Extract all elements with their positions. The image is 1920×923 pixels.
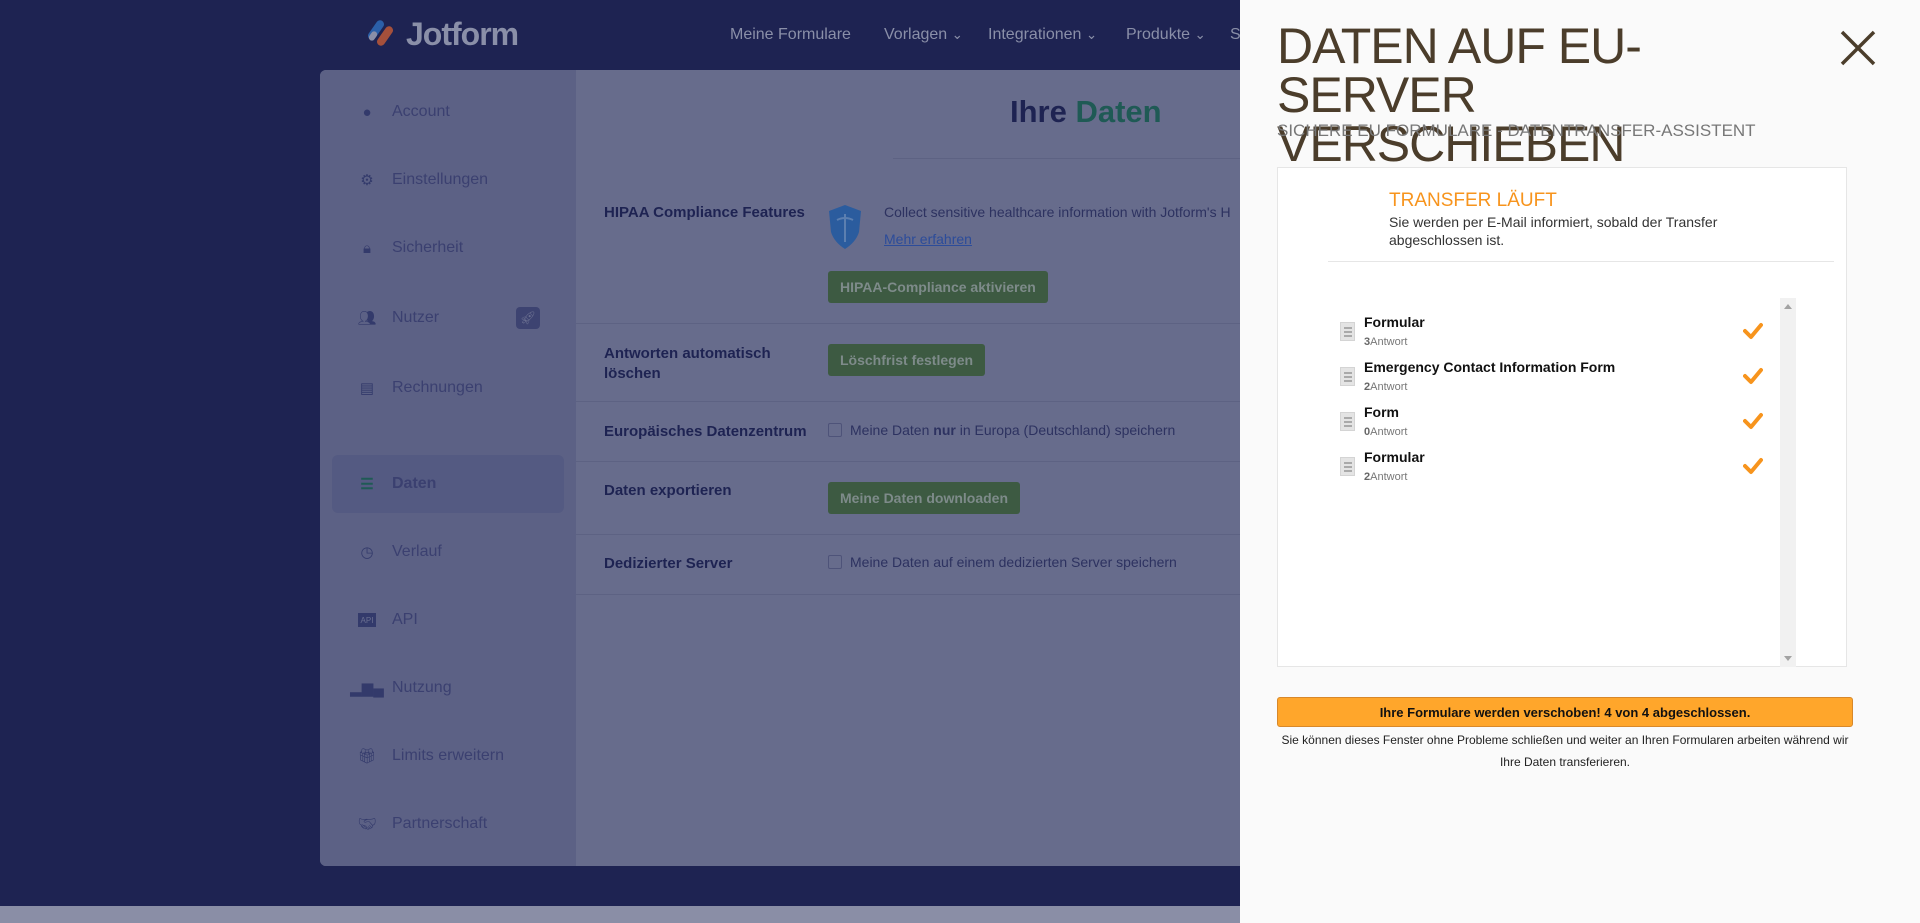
logo-icon <box>366 18 396 51</box>
eu-only-checkbox[interactable]: Meine Daten nur in Europa (Deutschland) … <box>828 422 1175 438</box>
form-response-count: 0Antwort <box>1364 426 1408 438</box>
scroll-down-icon[interactable] <box>1784 656 1792 661</box>
hipaa-description: Collect sensitive healthcare information… <box>884 204 1231 220</box>
divider <box>576 594 1320 595</box>
form-document-icon <box>1340 367 1355 386</box>
dedicated-server-checkbox[interactable]: Meine Daten auf einem dedizierten Server… <box>828 554 1177 570</box>
gift-icon: 🎁︎ <box>357 748 377 765</box>
enable-hipaa-button[interactable]: HIPAA-Compliance aktivieren <box>828 271 1048 303</box>
handshake-icon: 🤝︎ <box>357 816 377 833</box>
users-icon: 👥︎ <box>357 310 377 327</box>
footer-strip <box>0 906 1240 923</box>
download-data-button[interactable]: Meine Daten downloaden <box>828 482 1021 514</box>
check-icon <box>1743 413 1763 429</box>
hipaa-shield-icon <box>829 205 861 249</box>
form-title: Formular <box>1364 314 1425 330</box>
sidebar-item-rechnungen[interactable]: ▤ Rechnungen <box>332 359 564 417</box>
sidebar: ● Account ⚙ Einstellungen 🔒︎ Sicherheit 👥︎ N… <box>320 70 576 866</box>
logo-text: Jotform <box>406 16 519 52</box>
form-list-item: Formular 2Antwort <box>1278 449 1798 494</box>
form-response-count: 2Antwort <box>1364 471 1408 483</box>
sidebar-item-nutzung[interactable]: ▂▆▄ Nutzung <box>332 659 564 717</box>
hipaa-label: HIPAA Compliance Features <box>604 204 805 221</box>
scrollbar[interactable] <box>1780 298 1796 667</box>
panel-subtitle: SICHERE EU FORMULARE - DATENTRANSFER-ASS… <box>1277 121 1756 140</box>
divider <box>576 323 1320 324</box>
close-window-note: Sie können dieses Fenster ohne Probleme … <box>1281 733 1849 769</box>
sidebar-item-sicherheit[interactable]: 🔒︎ Sicherheit <box>332 219 564 277</box>
sidebar-item-nutzer[interactable]: 👥︎ Nutzer 🚀︎ <box>332 289 564 347</box>
user-icon: ● <box>362 103 372 121</box>
sidebar-item-account[interactable]: ● Account <box>332 83 564 141</box>
scroll-up-icon[interactable] <box>1784 304 1792 309</box>
form-title: Formular <box>1364 449 1425 465</box>
form-response-count: 3Antwort <box>1364 336 1408 348</box>
form-title: Form <box>1364 404 1399 420</box>
nav-meine-formulare[interactable]: Meine Formulare <box>730 26 851 44</box>
nav-produkte[interactable]: Produkte ⌄ <box>1126 26 1206 44</box>
database-icon: ☰ <box>360 476 374 493</box>
chevron-down-icon: ⌄ <box>1085 27 1098 42</box>
bar-chart-icon: ▂▆▄ <box>350 680 384 697</box>
check-icon <box>1743 368 1763 384</box>
check-icon <box>1743 458 1763 474</box>
page-title: Ihre Daten <box>1010 94 1162 129</box>
form-list-item: Emergency Contact Information Form 2Antw… <box>1278 359 1798 404</box>
sidebar-item-verlauf[interactable]: ◷ Verlauf <box>332 523 564 581</box>
checkbox[interactable] <box>828 423 842 437</box>
eu-datacenter-label: Europäisches Datenzentrum <box>604 423 807 440</box>
export-label: Daten exportieren <box>604 482 732 499</box>
sidebar-item-daten[interactable]: ☰ Daten <box>332 455 564 513</box>
api-icon: API <box>358 613 376 627</box>
sidebar-item-api[interactable]: API API <box>332 591 564 649</box>
form-list-item: Form 0Antwort <box>1278 404 1798 449</box>
forms-list: Formular 3Antwort Emergency Contact Info… <box>1278 298 1846 667</box>
eu-transfer-panel: DATEN AUF EU-SERVER VERSCHIEBEN SICHERE … <box>1240 0 1920 923</box>
invoice-icon: ▤ <box>359 380 375 397</box>
close-icon[interactable] <box>1838 28 1878 68</box>
progress-banner: Ihre Formulare werden verschoben! 4 von … <box>1277 697 1853 727</box>
divider <box>576 534 1320 535</box>
sidebar-item-einstellungen[interactable]: ⚙ Einstellungen <box>332 151 564 209</box>
learn-more-link[interactable]: Mehr erfahren <box>884 231 972 247</box>
gear-icon: ⚙ <box>360 172 374 189</box>
lock-icon: 🔒︎ <box>363 239 371 257</box>
form-title: Emergency Contact Information Form <box>1364 359 1616 375</box>
checkbox[interactable] <box>828 555 842 569</box>
set-retention-button[interactable]: Löschfrist festlegen <box>828 344 986 376</box>
nav-integrationen[interactable]: Integrationen ⌄ <box>988 26 1097 44</box>
form-document-icon <box>1340 322 1355 341</box>
rocket-icon: 🚀︎ <box>516 307 540 329</box>
transfer-status-title: TRANSFER LÄUFT <box>1389 190 1557 211</box>
form-document-icon <box>1340 412 1355 431</box>
divider <box>576 401 1320 402</box>
check-icon <box>1743 323 1763 339</box>
sidebar-item-partnerschaft[interactable]: 🤝︎ Partnerschaft <box>332 795 564 853</box>
auto-delete-label: Antworten automatisch löschen <box>604 345 771 382</box>
nav-vorlagen[interactable]: Vorlagen ⌄ <box>884 26 963 44</box>
transfer-box: TRANSFER LÄUFT Sie werden per E-Mail inf… <box>1277 167 1847 667</box>
form-document-icon <box>1340 457 1355 476</box>
history-icon: ◷ <box>360 544 374 561</box>
transfer-status-description: Sie werden per E-Mail informiert, sobald… <box>1389 214 1718 248</box>
sidebar-item-limits[interactable]: 🎁︎ Limits erweitern <box>332 727 564 785</box>
divider <box>1328 261 1834 262</box>
jotform-logo[interactable]: Jotform <box>366 16 519 53</box>
form-list-item: Formular 3Antwort <box>1278 314 1798 359</box>
form-response-count: 2Antwort <box>1364 381 1408 393</box>
dedicated-server-label: Dedizierter Server <box>604 555 733 572</box>
divider <box>576 461 1320 462</box>
chevron-down-icon: ⌄ <box>951 27 963 42</box>
settings-card: ● Account ⚙ Einstellungen 🔒︎ Sicherheit 👥︎ N… <box>320 70 1320 866</box>
panel-title: DATEN AUF EU-SERVER VERSCHIEBEN <box>1277 18 1642 172</box>
chevron-down-icon: ⌄ <box>1194 27 1206 42</box>
